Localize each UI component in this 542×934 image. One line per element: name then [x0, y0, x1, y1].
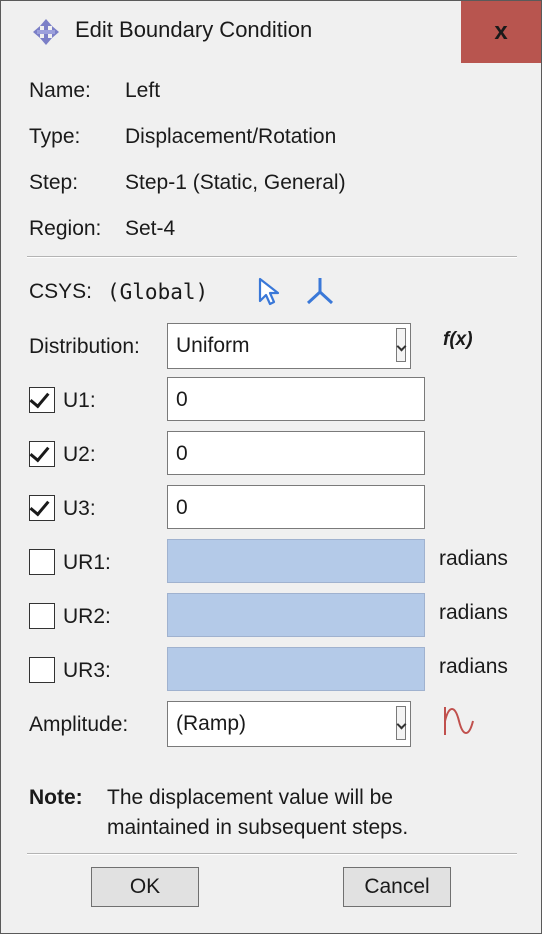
note-line-1: The displacement value will be [107, 786, 393, 809]
title-bar[interactable]: Edit Boundary Condition x [1, 1, 541, 63]
u1-checkbox[interactable] [29, 387, 55, 413]
ur1-checkbox[interactable] [29, 549, 55, 575]
ur3-label: UR3: [63, 659, 111, 682]
csys-value: (Global) [107, 280, 209, 304]
cancel-button[interactable]: Cancel [343, 867, 451, 907]
separator-bottom [27, 853, 517, 855]
note-line-2: maintained in subsequent steps. [107, 816, 409, 839]
amplitude-select[interactable]: (Ramp) [167, 701, 411, 747]
name-label: Name: [29, 79, 91, 102]
type-value: Displacement/Rotation [125, 125, 337, 148]
distribution-selected: Uniform [176, 334, 250, 357]
u3-checkbox[interactable] [29, 495, 55, 521]
pointer-select-icon[interactable] [257, 277, 283, 307]
region-value: Set-4 [125, 217, 176, 240]
name-value: Left [125, 79, 161, 102]
check-icon [29, 495, 50, 517]
chevron-down-icon[interactable] [396, 706, 406, 740]
ur2-checkbox[interactable] [29, 603, 55, 629]
type-label: Type: [29, 125, 81, 148]
close-icon: x [494, 18, 508, 45]
u1-input[interactable]: 0 [167, 377, 425, 421]
app-icon [33, 19, 59, 45]
step-value: Step-1 (Static, General) [125, 171, 346, 194]
csys-label: CSYS: [29, 280, 93, 303]
window-title: Edit Boundary Condition [75, 17, 313, 42]
ur3-input[interactable] [167, 647, 425, 691]
check-icon [29, 387, 50, 409]
u3-label: U3: [63, 497, 96, 520]
u1-label: U1: [63, 389, 96, 412]
ur3-checkbox[interactable] [29, 657, 55, 683]
u2-label: U2: [63, 443, 96, 466]
edit-boundary-condition-dialog: Edit Boundary Condition x Name: Left Typ… [0, 0, 542, 934]
ur1-label: UR1: [63, 551, 111, 574]
ur2-unit: radians [439, 601, 508, 624]
ur1-input[interactable] [167, 539, 425, 583]
step-label: Step: [29, 171, 79, 194]
close-button[interactable]: x [461, 1, 541, 63]
note-label: Note: [29, 786, 83, 809]
region-label: Region: [29, 217, 102, 240]
distribution-label: Distribution: [29, 335, 140, 358]
ok-button[interactable]: OK [91, 867, 199, 907]
ur3-unit: radians [439, 655, 508, 678]
ur1-unit: radians [439, 547, 508, 570]
axis-triad-icon[interactable] [305, 275, 335, 307]
u3-input[interactable]: 0 [167, 485, 425, 529]
u2-checkbox[interactable] [29, 441, 55, 467]
u2-input[interactable]: 0 [167, 431, 425, 475]
amplitude-selected: (Ramp) [176, 712, 247, 735]
amplitude-label: Amplitude: [29, 713, 129, 736]
fx-button[interactable]: f(x) [443, 329, 473, 351]
check-icon [29, 441, 50, 463]
ur2-label: UR2: [63, 605, 111, 628]
separator-top [27, 256, 517, 258]
distribution-select[interactable]: Uniform [167, 323, 411, 369]
sine-wave-icon[interactable] [441, 705, 477, 737]
chevron-down-icon[interactable] [396, 328, 406, 362]
ur2-input[interactable] [167, 593, 425, 637]
